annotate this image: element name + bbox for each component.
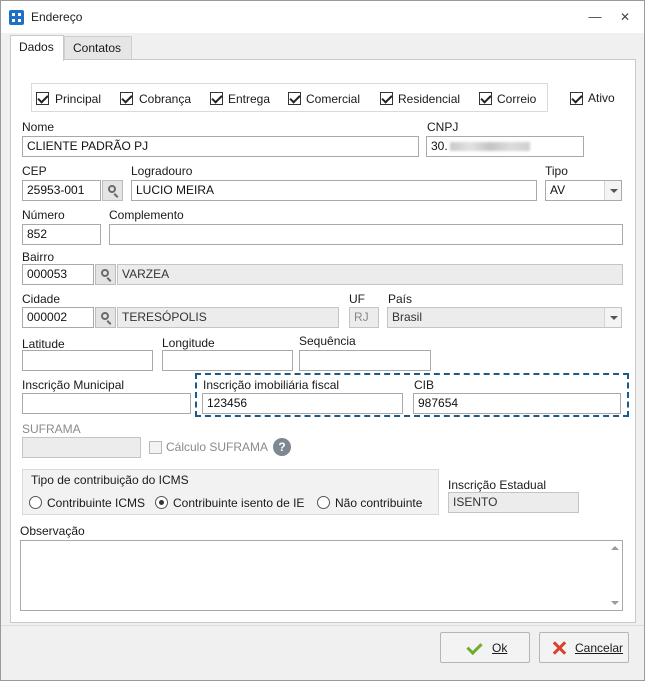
checkbox-entrega-label: Entrega — [228, 92, 271, 106]
tipo-select[interactable]: AV — [545, 180, 622, 201]
numero-field[interactable]: 852 — [22, 224, 101, 245]
radio-contribuinte-isento[interactable] — [155, 496, 168, 509]
footer-divider — [1, 625, 644, 626]
calculo-suframa-checkbox — [149, 441, 162, 454]
longitude-label: Longitude — [162, 336, 215, 350]
tab-dados[interactable]: Dados — [10, 35, 64, 61]
checkbox-cobranca-label: Cobrança — [139, 92, 192, 106]
pais-value: Brasil — [392, 310, 423, 324]
search-icon — [101, 312, 109, 320]
pais-select[interactable]: Brasil — [387, 307, 622, 328]
checkbox-comercial[interactable] — [288, 92, 301, 105]
nome-label: Nome — [22, 120, 55, 134]
minimize-button[interactable]: — — [583, 7, 607, 27]
cnpj-label: CNPJ — [427, 120, 459, 134]
checkbox-principal[interactable] — [36, 92, 49, 105]
inscricao-municipal-label: Inscrição Municipal — [22, 378, 125, 392]
sequencia-label: Sequência — [299, 334, 356, 348]
title-bar: Endereço — ✕ — [1, 1, 644, 33]
checkbox-comercial-label: Comercial — [306, 92, 361, 106]
uf-field: RJ — [349, 307, 379, 328]
cep-label: CEP — [22, 164, 47, 178]
tipo-label: Tipo — [545, 164, 568, 178]
window-title: Endereço — [31, 10, 83, 24]
cancel-button[interactable]: Cancelar — [539, 632, 629, 663]
numero-label: Número — [22, 208, 65, 222]
ok-button-label: Ok — [492, 641, 508, 655]
inscricao-imobiliaria-field[interactable]: 123456 — [202, 393, 403, 414]
address-dialog: Endereço — ✕ Dados Contatos Principal Co… — [0, 0, 645, 681]
checkbox-entrega[interactable] — [210, 92, 223, 105]
bairro-name-field: VARZEA — [117, 264, 623, 285]
help-icon[interactable]: ? — [273, 438, 291, 456]
inscricao-estadual-label: Inscrição Estadual — [448, 478, 547, 492]
checkbox-residencial-label: Residencial — [398, 92, 461, 106]
observacao-label: Observação — [20, 524, 85, 538]
calculo-suframa-label: Cálculo SUFRAMA — [166, 440, 269, 454]
cidade-search-button[interactable] — [95, 307, 116, 328]
scroll-up-arrow[interactable] — [611, 546, 619, 550]
uf-label: UF — [349, 292, 365, 306]
cep-search-button[interactable] — [102, 180, 123, 201]
ok-button[interactable]: Ok — [440, 632, 530, 663]
pais-label: País — [388, 292, 413, 306]
bairro-code-field[interactable]: 000053 — [22, 264, 94, 285]
bairro-label: Bairro — [22, 250, 55, 264]
checkbox-correio[interactable] — [479, 92, 492, 105]
checkbox-correio-label: Correio — [497, 92, 537, 106]
latitude-label: Latitude — [22, 337, 65, 351]
inscricao-estadual-field: ISENTO — [448, 492, 579, 513]
logradouro-field[interactable]: LUCIO MEIRA — [131, 180, 537, 201]
radio-nao-contribuinte-label: Não contribuinte — [335, 496, 423, 510]
suframa-label: SUFRAMA — [22, 422, 81, 436]
cib-label: CIB — [414, 378, 435, 392]
close-x-icon — [552, 641, 566, 655]
chevron-down-icon[interactable] — [604, 181, 621, 200]
radio-contribuinte-icms-label: Contribuinte ICMS — [47, 496, 146, 510]
logradouro-label: Logradouro — [131, 164, 193, 178]
app-icon — [9, 10, 24, 25]
checkbox-ativo-label: Ativo — [588, 91, 615, 105]
close-button[interactable]: ✕ — [613, 7, 637, 27]
cep-field[interactable]: 25953-001 — [22, 180, 101, 201]
checkbox-residencial[interactable] — [380, 92, 393, 105]
bairro-search-button[interactable] — [95, 264, 116, 285]
icms-group-title: Tipo de contribuição do ICMS — [31, 473, 189, 487]
checkbox-cobranca[interactable] — [120, 92, 133, 105]
cidade-label: Cidade — [22, 292, 61, 306]
cib-field[interactable]: 987654 — [413, 393, 621, 414]
cnpj-field[interactable]: 30. — [426, 136, 584, 157]
tipo-value: AV — [550, 183, 566, 197]
cidade-code-field[interactable]: 000002 — [22, 307, 94, 328]
radio-contribuinte-icms[interactable] — [29, 496, 42, 509]
suframa-field — [22, 437, 141, 458]
cidade-name-field: TERESÓPOLIS — [117, 307, 339, 328]
radio-contribuinte-isento-label: Contribuinte isento de IE — [173, 496, 305, 510]
chevron-down-icon[interactable] — [604, 308, 621, 327]
checkmark-icon — [467, 642, 481, 651]
sequencia-field[interactable] — [299, 350, 431, 371]
tab-contatos[interactable]: Contatos — [64, 36, 132, 59]
search-icon — [108, 185, 116, 193]
redacted-blur — [449, 142, 530, 152]
cancel-button-label: Cancelar — [575, 641, 624, 655]
longitude-field[interactable] — [162, 350, 293, 371]
complemento-field[interactable] — [109, 224, 623, 245]
inscricao-imobiliaria-label: Inscrição imobiliária fiscal — [203, 378, 340, 392]
search-icon — [101, 269, 109, 277]
radio-nao-contribuinte[interactable] — [317, 496, 330, 509]
inscricao-municipal-field[interactable] — [22, 393, 191, 414]
latitude-field[interactable] — [22, 350, 153, 371]
nome-field[interactable]: CLIENTE PADRÃO PJ — [22, 136, 419, 157]
scroll-down-arrow[interactable] — [611, 601, 619, 605]
checkbox-principal-label: Principal — [55, 92, 102, 106]
complemento-label: Complemento — [109, 208, 184, 222]
observacao-textarea[interactable] — [20, 540, 623, 611]
cnpj-value: 30. — [431, 139, 448, 153]
checkbox-ativo[interactable] — [570, 92, 583, 105]
